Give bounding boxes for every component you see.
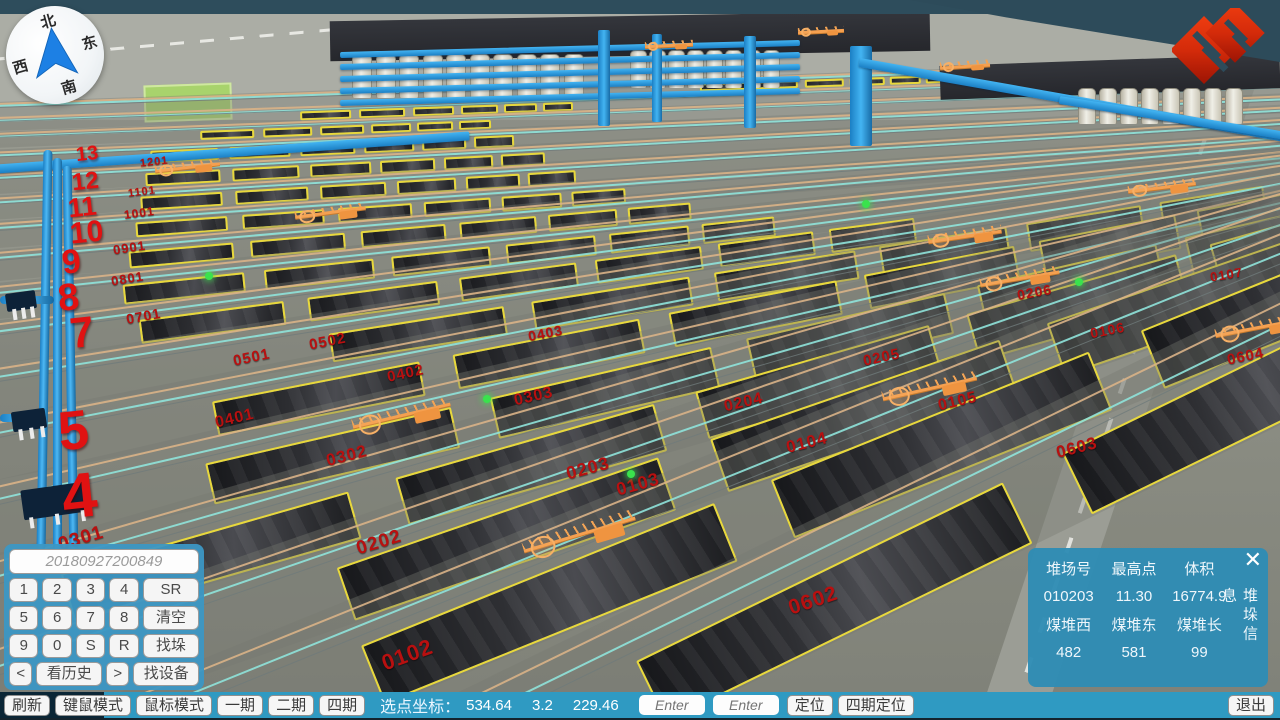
keypad-button-找垛[interactable]: 找垛 bbox=[143, 634, 199, 658]
pile-info-panel: 堆场号 最高点 体积 010203 11.30 16774.9 煤堆西 煤堆东 … bbox=[1028, 548, 1268, 687]
pipe-junction-box bbox=[11, 408, 47, 433]
row-number-label: 5 bbox=[55, 397, 92, 464]
info-header-pile-east: 煤堆东 bbox=[1101, 614, 1166, 635]
bar-button-刷新[interactable]: 刷新 bbox=[4, 695, 50, 716]
machine-body bbox=[675, 44, 688, 50]
keypad-button-<[interactable]: < bbox=[9, 662, 32, 686]
bucket-wheel-icon bbox=[943, 62, 955, 72]
machine-body bbox=[1170, 184, 1188, 193]
info-header-highest-point: 最高点 bbox=[1101, 558, 1166, 579]
bar-button-一期[interactable]: 一期 bbox=[217, 695, 263, 716]
pile-info-grid: 堆场号 最高点 体积 010203 11.30 16774.9 煤堆西 煤堆东 … bbox=[1036, 558, 1232, 661]
search-keypad-panel: 1234SR5678清空90SR找垛<看历史>找设备 bbox=[4, 544, 204, 690]
keypad-button-1[interactable]: 1 bbox=[9, 578, 38, 602]
3d-yard-viewport[interactable]: 1201110110010901080107010502050104030402… bbox=[0, 0, 1280, 720]
coord-z-value: 229.46 bbox=[573, 697, 619, 714]
bar-left-buttons: 刷新键鼠模式鼠标模式一期二期四期 bbox=[4, 695, 370, 716]
exit-button[interactable]: 退出 bbox=[1228, 695, 1274, 716]
keypad-button->[interactable]: > bbox=[106, 662, 129, 686]
coord-x-value: 534.64 bbox=[466, 697, 512, 714]
coordinate-input-2[interactable] bbox=[713, 695, 779, 715]
keypad-button-R[interactable]: R bbox=[109, 634, 138, 658]
bar-button-键鼠模式[interactable]: 键鼠模式 bbox=[55, 695, 131, 716]
coordinate-input-1[interactable] bbox=[639, 695, 705, 715]
support-leg bbox=[29, 517, 34, 528]
coord-y-value: 3.2 bbox=[532, 697, 553, 714]
machine-body bbox=[339, 209, 358, 219]
status-marker bbox=[627, 470, 635, 478]
bucket-wheel-icon bbox=[648, 42, 659, 51]
status-marker bbox=[862, 200, 870, 208]
bucket-wheel-icon bbox=[932, 232, 950, 249]
conveyor-tower bbox=[744, 36, 756, 128]
support-leg bbox=[30, 306, 35, 317]
info-value-highest-point: 11.30 bbox=[1101, 588, 1166, 605]
keypad-button-2[interactable]: 2 bbox=[42, 578, 71, 602]
bucket-wheel-icon bbox=[299, 209, 316, 225]
support-leg bbox=[12, 309, 17, 320]
info-header-yard-no: 堆场号 bbox=[1036, 558, 1101, 579]
bar-right-buttons: 定位四期定位 bbox=[787, 695, 919, 716]
keypad-button-3[interactable]: 3 bbox=[76, 578, 106, 602]
support-leg bbox=[40, 426, 45, 437]
status-marker bbox=[483, 395, 491, 403]
row-number-label: 13 bbox=[75, 142, 100, 167]
support-leg bbox=[55, 513, 60, 524]
selected-point-coords-label: 选点坐标： bbox=[380, 693, 460, 717]
keypad-button-找设备[interactable]: 找设备 bbox=[133, 662, 199, 686]
bottom-control-bar: 刷新键鼠模式鼠标模式一期二期四期 选点坐标： 534.64 3.2 229.46… bbox=[0, 692, 1280, 718]
pipe-junction-box bbox=[5, 290, 37, 312]
keypad-button-4[interactable]: 4 bbox=[109, 578, 138, 602]
info-header-volume: 体积 bbox=[1167, 558, 1232, 579]
pile-info-side-label: 堆垛信息 bbox=[1218, 587, 1260, 657]
bar-button-四期[interactable]: 四期 bbox=[319, 695, 365, 716]
keypad-button-清空[interactable]: 清空 bbox=[143, 606, 199, 630]
keypad-button-5[interactable]: 5 bbox=[9, 606, 38, 630]
keypad-button-S[interactable]: S bbox=[76, 634, 106, 658]
keypad-row: 1234SR bbox=[9, 578, 199, 602]
timestamp-input[interactable] bbox=[9, 549, 199, 574]
keypad-button-看历史[interactable]: 看历史 bbox=[36, 662, 102, 686]
keypad-button-8[interactable]: 8 bbox=[109, 606, 138, 630]
bar-button-四期定位[interactable]: 四期定位 bbox=[838, 695, 914, 716]
bar-button-二期[interactable]: 二期 bbox=[268, 695, 314, 716]
close-icon[interactable]: ✕ bbox=[1244, 548, 1262, 572]
machine-body bbox=[974, 232, 994, 243]
conveyor-tower bbox=[598, 30, 610, 126]
bar-button-定位[interactable]: 定位 bbox=[787, 695, 833, 716]
keypad-button-6[interactable]: 6 bbox=[42, 606, 71, 630]
info-value-yard-no: 010203 bbox=[1036, 588, 1101, 605]
keypad-button-7[interactable]: 7 bbox=[76, 606, 106, 630]
machine-body bbox=[195, 164, 213, 173]
keypad-row: <看历史>找设备 bbox=[9, 662, 199, 686]
bucket-wheel-icon bbox=[1132, 183, 1148, 198]
stacker-reclaimer-machine[interactable] bbox=[798, 25, 844, 38]
keypad-row: 5678清空 bbox=[9, 606, 199, 630]
keypad-button-9[interactable]: 9 bbox=[9, 634, 38, 658]
info-header-pile-west: 煤堆西 bbox=[1036, 614, 1101, 635]
row-number-label: 4 bbox=[58, 458, 100, 533]
row-number-label: 7 bbox=[68, 308, 97, 359]
status-marker bbox=[205, 272, 213, 280]
info-value-pile-west: 482 bbox=[1036, 644, 1101, 661]
bucket-wheel-icon bbox=[801, 28, 812, 37]
status-marker bbox=[1075, 278, 1083, 286]
bar-button-鼠标模式[interactable]: 鼠标模式 bbox=[136, 695, 212, 716]
info-value-pile-east: 581 bbox=[1101, 644, 1166, 661]
keypad-buttons: 1234SR5678清空90SR找垛<看历史>找设备 bbox=[9, 578, 199, 686]
support-leg bbox=[29, 428, 34, 439]
company-logo bbox=[1172, 8, 1266, 101]
machine-body bbox=[971, 64, 984, 70]
support-leg bbox=[21, 308, 26, 319]
compass-arrow-icon bbox=[23, 20, 86, 86]
support-leg bbox=[18, 429, 23, 440]
keypad-button-0[interactable]: 0 bbox=[42, 634, 71, 658]
machine-body bbox=[827, 30, 839, 36]
keypad-row: 90SR找垛 bbox=[9, 634, 199, 658]
keypad-button-SR[interactable]: SR bbox=[143, 578, 199, 602]
